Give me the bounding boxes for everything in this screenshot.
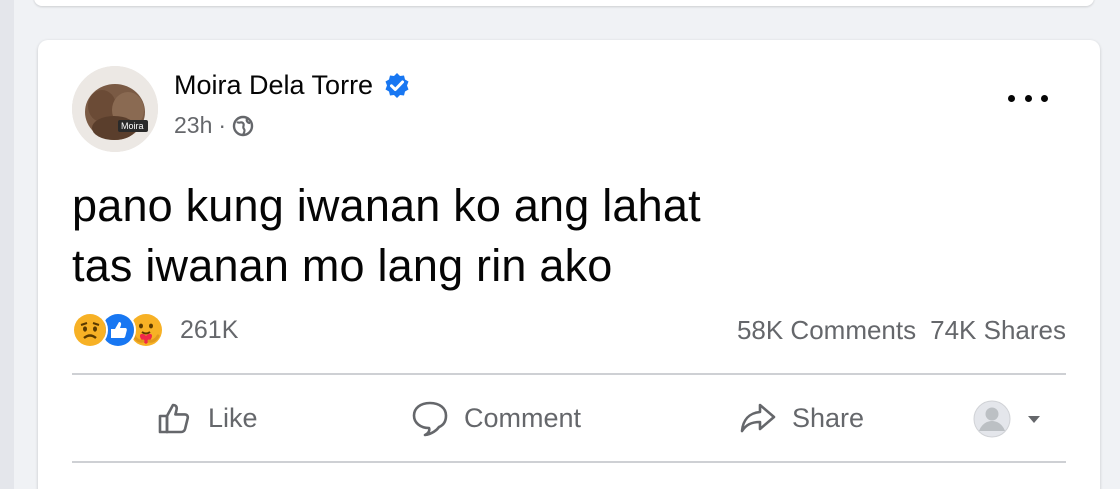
comment-label: Comment xyxy=(464,402,582,433)
share-button[interactable]: Share xyxy=(738,399,864,437)
divider-bottom xyxy=(72,461,1066,463)
post-time[interactable]: 23h xyxy=(174,112,212,139)
share-icon xyxy=(740,403,776,433)
post-text: pano kung iwanan ko ang lahat tas iwanan… xyxy=(72,176,701,296)
sad-reaction-icon xyxy=(72,312,108,348)
more-dot xyxy=(1041,94,1048,102)
more-options-icon[interactable] xyxy=(1008,88,1048,108)
author-name[interactable]: Moira Dela Torre xyxy=(174,70,373,101)
comment-icon xyxy=(412,401,448,437)
post-stats: 58K Comments 74K Shares xyxy=(737,315,1066,346)
meta-separator: · xyxy=(218,112,227,138)
post-card: Moira Moira Dela Torre 23h · pano kung i… xyxy=(38,40,1100,489)
svg-text:Moira: Moira xyxy=(121,121,144,131)
profile-avatar-icon xyxy=(973,400,1011,438)
like-button[interactable]: Like xyxy=(156,399,258,437)
share-label: Share xyxy=(792,402,865,433)
more-dot xyxy=(1008,94,1015,102)
post-meta: 23h · xyxy=(174,112,254,139)
left-edge xyxy=(0,0,14,489)
more-dot xyxy=(1024,94,1032,102)
like-label: Like xyxy=(208,402,258,433)
reactions-summary[interactable]: 261K xyxy=(72,312,238,348)
post-text-line-2: tas iwanan mo lang rin ako xyxy=(72,240,613,291)
divider-top xyxy=(72,373,1066,375)
globe-icon xyxy=(232,115,254,137)
verified-badge-icon xyxy=(383,72,411,100)
comments-count[interactable]: 58K Comments xyxy=(737,315,916,346)
reaction-count: 261K xyxy=(180,315,239,344)
chevron-down-icon xyxy=(1028,416,1040,423)
action-bar: Like Comment Share xyxy=(72,385,1066,455)
profile-selector[interactable] xyxy=(972,399,1056,439)
previous-post-card xyxy=(34,0,1094,6)
like-icon xyxy=(158,403,190,434)
author-name-row: Moira Dela Torre xyxy=(174,70,411,101)
post-text-line-1: pano kung iwanan ko ang lahat xyxy=(72,180,701,231)
shares-count[interactable]: 74K Shares xyxy=(930,315,1066,346)
avatar[interactable]: Moira xyxy=(72,66,158,152)
comment-button[interactable]: Comment xyxy=(410,399,581,437)
